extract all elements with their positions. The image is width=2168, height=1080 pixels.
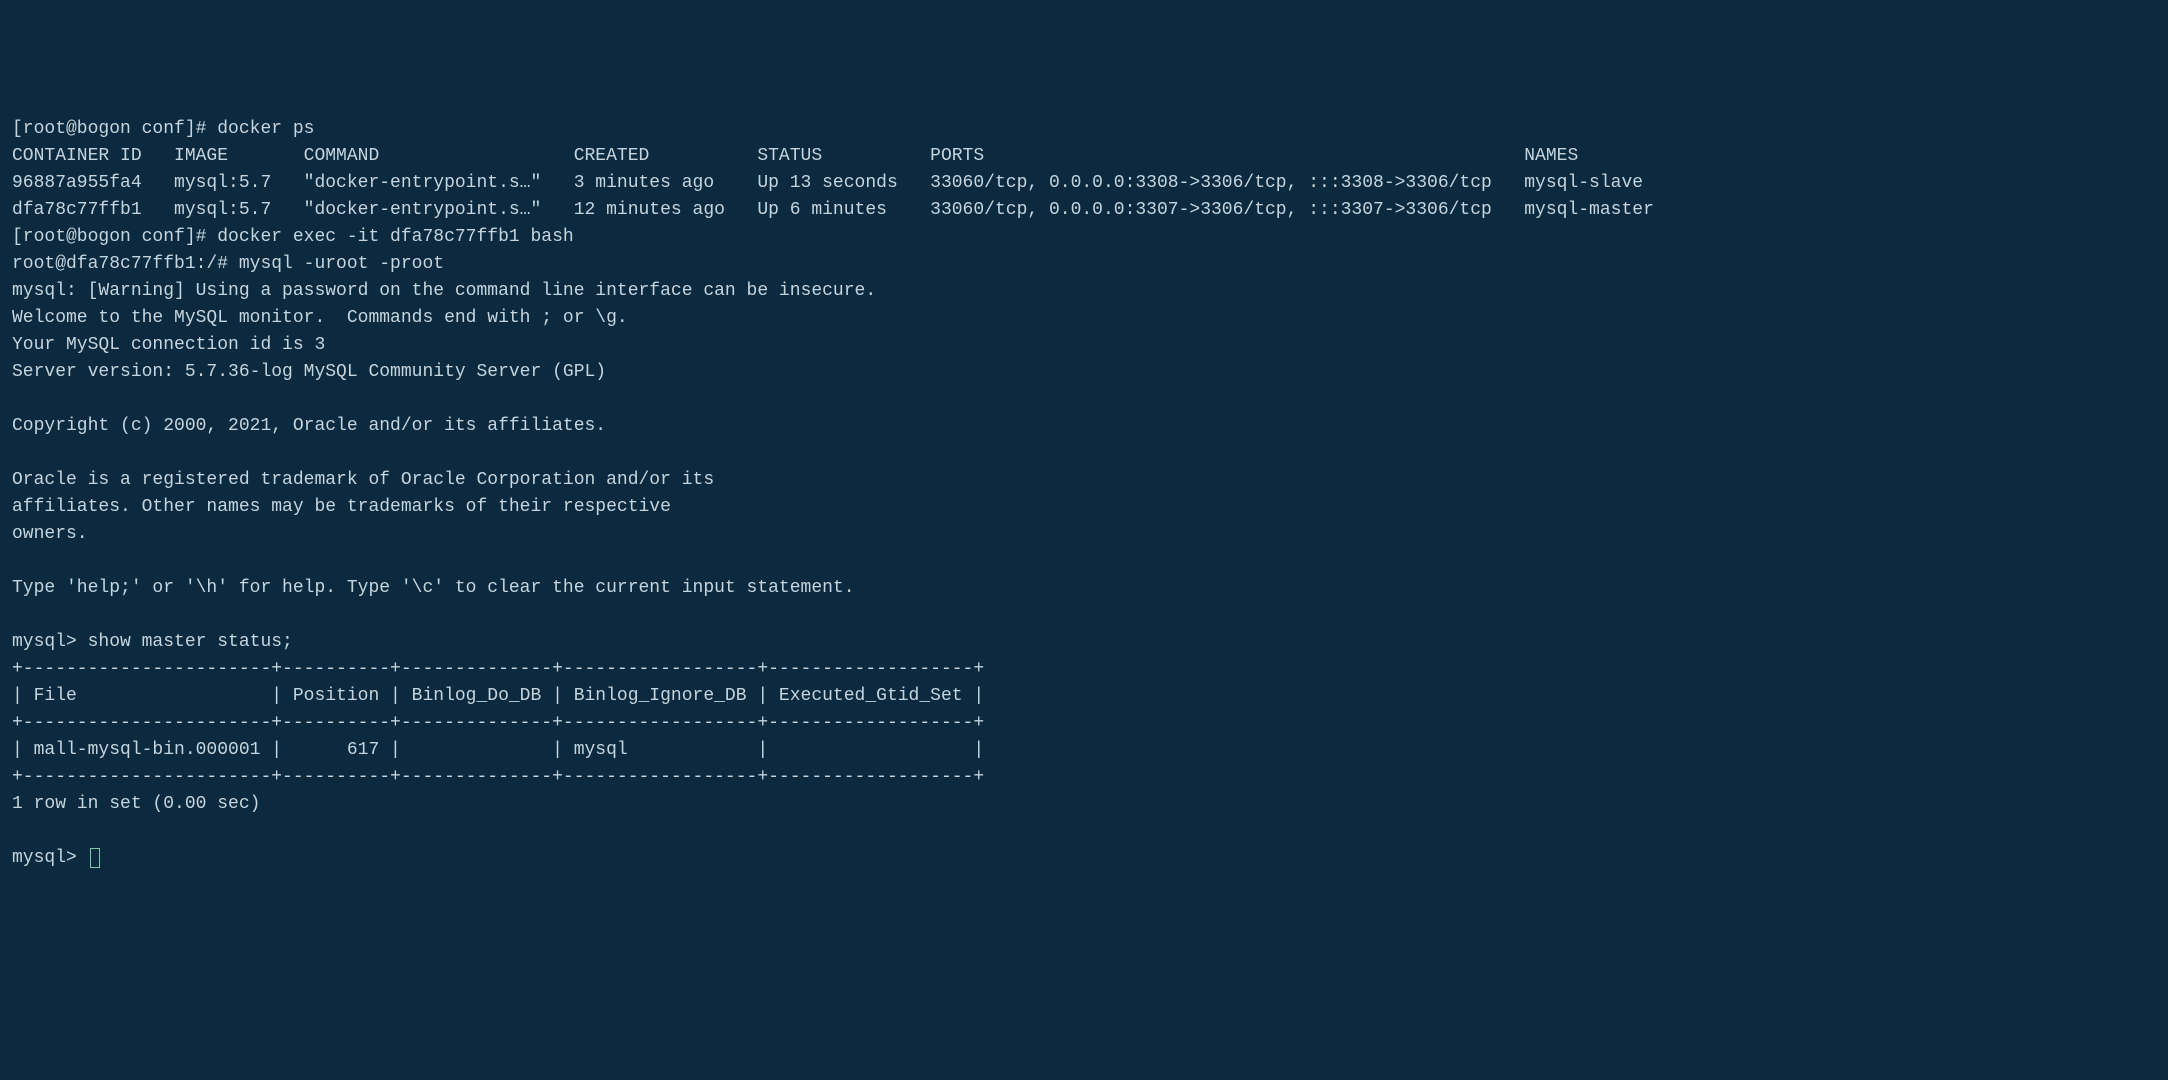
mysql-copyright: Copyright (c) 2000, 2021, Oracle and/or … — [12, 416, 606, 436]
docker-ps-header: CONTAINER ID IMAGE COMMAND CREATED STATU… — [12, 146, 1578, 166]
cursor-icon — [90, 848, 100, 868]
mysql-server-version: Server version: 5.7.36-log MySQL Communi… — [12, 362, 606, 382]
mysql-result-summary: 1 row in set (0.00 sec) — [12, 794, 260, 814]
terminal-line: [root@bogon conf]# docker ps — [12, 119, 314, 139]
terminal-output[interactable]: [root@bogon conf]# docker ps CONTAINER I… — [12, 116, 2156, 872]
mysql-welcome: Welcome to the MySQL monitor. Commands e… — [12, 308, 628, 328]
mysql-table-border: +-----------------------+----------+----… — [12, 767, 984, 787]
mysql-trademark: owners. — [12, 524, 88, 544]
terminal-line: [root@bogon conf]# docker exec -it dfa78… — [12, 227, 574, 247]
mysql-trademark: affiliates. Other names may be trademark… — [12, 497, 671, 517]
mysql-table-border: +-----------------------+----------+----… — [12, 713, 984, 733]
mysql-connection-id: Your MySQL connection id is 3 — [12, 335, 325, 355]
terminal-line: root@dfa78c77ffb1:/# mysql -uroot -proot — [12, 254, 444, 274]
mysql-table-row: | mall-mysql-bin.000001 | 617 | | mysql … — [12, 740, 984, 760]
mysql-table-header: | File | Position | Binlog_Do_DB | Binlo… — [12, 686, 984, 706]
docker-ps-row: dfa78c77ffb1 mysql:5.7 "docker-entrypoin… — [12, 200, 1654, 220]
mysql-help-hint: Type 'help;' or '\h' for help. Type '\c'… — [12, 578, 855, 598]
mysql-table-border: +-----------------------+----------+----… — [12, 659, 984, 679]
mysql-trademark: Oracle is a registered trademark of Orac… — [12, 470, 714, 490]
mysql-warning: mysql: [Warning] Using a password on the… — [12, 281, 876, 301]
mysql-command: mysql> show master status; — [12, 632, 293, 652]
docker-ps-row: 96887a955fa4 mysql:5.7 "docker-entrypoin… — [12, 173, 1643, 193]
mysql-prompt: mysql> — [12, 848, 88, 868]
